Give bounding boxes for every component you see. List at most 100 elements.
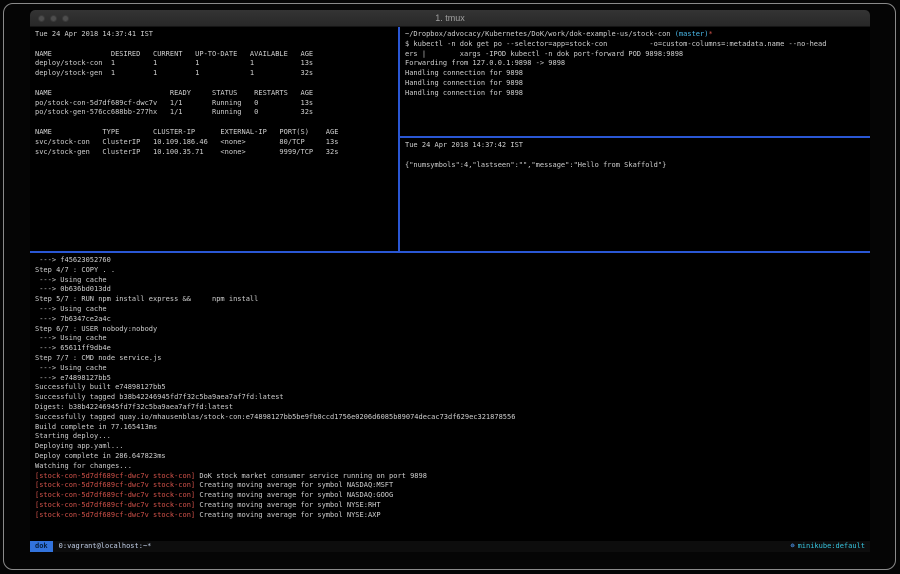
terminal-line: $ kubectl -n dok get po --selector=app=s… (405, 40, 870, 50)
prompt-path-line: ~/Dropbox/advocacy/Kubernetes/DoK/work/d… (405, 30, 870, 40)
log-text: Step 7/7 : CMD node service.js (35, 354, 161, 362)
pod-name-prefix: [stock-con-5d7df689cf-dwc7v stock-con] (35, 501, 195, 509)
log-line: Starting deploy... (35, 432, 870, 442)
log-line: Successfully built e74898127bb5 (35, 383, 870, 393)
tmux-status-right: ☸ minikube:default (790, 541, 865, 552)
log-text: Deploy complete in 286.647823ms (35, 452, 166, 460)
terminal-line: po/stock-con-5d7df689cf-dwc7v 1/1 Runnin… (35, 99, 398, 109)
log-line: ---> Using cache (35, 334, 870, 344)
pod-name-prefix: [stock-con-5d7df689cf-dwc7v stock-con] (35, 511, 195, 519)
log-line: [stock-con-5d7df689cf-dwc7v stock-con] C… (35, 511, 870, 521)
log-text: Build complete in 77.165413ms (35, 423, 157, 431)
log-line: Successfully tagged b38b42246945fd7f32c5… (35, 393, 870, 403)
log-text: Step 6/7 : USER nobody:nobody (35, 325, 157, 333)
terminal-line (35, 40, 398, 50)
pane-port-forward[interactable]: ~/Dropbox/advocacy/Kubernetes/DoK/work/d… (400, 27, 870, 136)
log-line: Step 7/7 : CMD node service.js (35, 354, 870, 364)
log-line: [stock-con-5d7df689cf-dwc7v stock-con] D… (35, 472, 870, 482)
log-text: ---> e74898127bb5 (35, 374, 111, 382)
log-line: Digest: b38b42246945fd7f32c5ba9aea7af7fd… (35, 403, 870, 413)
log-line: ---> 65611ff9db4e (35, 344, 870, 354)
log-text: Step 5/7 : RUN npm install express && np… (35, 295, 258, 303)
terminal-line (405, 151, 870, 161)
git-dirty-marker: * (708, 30, 712, 38)
tmux-window-item[interactable]: 0:vagrant@localhost:~* (59, 541, 152, 552)
log-line: [stock-con-5d7df689cf-dwc7v stock-con] C… (35, 481, 870, 491)
log-text: Successfully tagged quay.io/mhausenblas/… (35, 413, 515, 421)
cwd-path: ~/Dropbox/advocacy/Kubernetes/DoK/work/d… (405, 30, 675, 38)
log-line: Deploy complete in 286.647823ms (35, 452, 870, 462)
log-text: Creating moving average for symbol NASDA… (195, 481, 393, 489)
pane-kubectl-watch[interactable]: Tue 24 Apr 2018 14:37:41 IST NAME DESIRE… (30, 27, 398, 251)
log-text: ---> Using cache (35, 305, 107, 313)
log-text: ---> Using cache (35, 334, 107, 342)
pod-name-prefix: [stock-con-5d7df689cf-dwc7v stock-con] (35, 491, 195, 499)
log-text: Successfully built e74898127bb5 (35, 383, 166, 391)
screen: 1. tmux Tue 24 Apr 2018 14:37:41 IST NAM… (0, 0, 900, 574)
terminal-line: po/stock-gen-576cc688bb-277hx 1/1 Runnin… (35, 108, 398, 118)
pane-curl-output[interactable]: Tue 24 Apr 2018 14:37:42 IST {"numsymbol… (400, 138, 870, 251)
terminal-line: NAME READY STATUS RESTARTS AGE (35, 89, 398, 99)
kubernetes-helm-icon: ☸ (790, 542, 794, 550)
log-line: Build complete in 77.165413ms (35, 423, 870, 433)
log-text: ---> Using cache (35, 276, 107, 284)
terminal-window: 1. tmux Tue 24 Apr 2018 14:37:41 IST NAM… (30, 10, 870, 552)
terminal-line (35, 79, 398, 89)
terminal-line: deploy/stock-con 1 1 1 1 13s (35, 59, 398, 69)
log-text: Step 4/7 : COPY . . (35, 266, 115, 274)
log-line: Successfully tagged quay.io/mhausenblas/… (35, 413, 870, 423)
log-line: ---> e74898127bb5 (35, 374, 870, 384)
terminal-line: Handling connection for 9898 (405, 89, 870, 99)
log-text: Creating moving average for symbol NYSE:… (195, 511, 380, 519)
log-text: ---> 0b636bd013dd (35, 285, 111, 293)
log-line: ---> f45623052760 (35, 256, 870, 266)
terminal-line: Tue 24 Apr 2018 14:37:41 IST (35, 30, 398, 40)
log-line: [stock-con-5d7df689cf-dwc7v stock-con] C… (35, 501, 870, 511)
log-line: ---> Using cache (35, 364, 870, 374)
terminal-line: Tue 24 Apr 2018 14:37:42 IST (405, 141, 870, 151)
log-text: Creating moving average for symbol NASDA… (195, 491, 393, 499)
log-line: ---> 0b636bd013dd (35, 285, 870, 295)
terminal-line: svc/stock-gen ClusterIP 10.100.35.71 <no… (35, 148, 398, 158)
terminal-line: {"numsymbols":4,"lastseen":"","message":… (405, 161, 870, 171)
pod-name-prefix: [stock-con-5d7df689cf-dwc7v stock-con] (35, 472, 195, 480)
window-titlebar[interactable]: 1. tmux (30, 10, 870, 27)
log-text: Successfully tagged b38b42246945fd7f32c5… (35, 393, 284, 401)
terminal-line: Handling connection for 9898 (405, 79, 870, 89)
log-text: Digest: b38b42246945fd7f32c5ba9aea7af7fd… (35, 403, 233, 411)
terminal-line: deploy/stock-gen 1 1 1 1 32s (35, 69, 398, 79)
terminal-line (35, 118, 398, 128)
log-text: ---> 7b6347ce2a4c (35, 315, 111, 323)
log-text: Creating moving average for symbol NYSE:… (195, 501, 380, 509)
log-line: Watching for changes... (35, 462, 870, 472)
log-line: Step 4/7 : COPY . . (35, 266, 870, 276)
log-line: [stock-con-5d7df689cf-dwc7v stock-con] C… (35, 491, 870, 501)
git-branch-label: (master) (675, 30, 709, 38)
port-forward-output: $ kubectl -n dok get po --selector=app=s… (405, 40, 870, 99)
terminal: Tue 24 Apr 2018 14:37:41 IST NAME DESIRE… (30, 27, 870, 552)
terminal-line: Forwarding from 127.0.0.1:9898 -> 9898 (405, 59, 870, 69)
tmux-session-name[interactable]: dok (30, 541, 53, 552)
log-text: Starting deploy... (35, 432, 111, 440)
terminal-line: ers | xargs -IPOD kubectl -n dok port-fo… (405, 50, 870, 60)
log-line: Step 6/7 : USER nobody:nobody (35, 325, 870, 335)
log-line: ---> 7b6347ce2a4c (35, 315, 870, 325)
log-line: Step 5/7 : RUN npm install express && np… (35, 295, 870, 305)
pane-skaffold-log[interactable]: ---> f45623052760 Step 4/7 : COPY . . --… (30, 253, 870, 541)
log-text: ---> Using cache (35, 364, 107, 372)
kube-context-label: minikube:default (798, 542, 865, 550)
log-line: ---> Using cache (35, 276, 870, 286)
window-title: 1. tmux (30, 13, 870, 23)
pod-name-prefix: [stock-con-5d7df689cf-dwc7v stock-con] (35, 481, 195, 489)
tmux-status-bar: dok 0:vagrant@localhost:~* ☸ minikube:def… (30, 541, 870, 552)
terminal-line: Handling connection for 9898 (405, 69, 870, 79)
log-line: Deploying app.yaml... (35, 442, 870, 452)
terminal-line: NAME TYPE CLUSTER-IP EXTERNAL-IP PORT(S)… (35, 128, 398, 138)
log-line: ---> Using cache (35, 305, 870, 315)
log-text: ---> f45623052760 (35, 256, 111, 264)
terminal-line: svc/stock-con ClusterIP 10.109.186.46 <n… (35, 138, 398, 148)
log-text: DoK stock market consumer service runnin… (195, 472, 427, 480)
log-text: Watching for changes... (35, 462, 132, 470)
terminal-line: NAME DESIRED CURRENT UP-TO-DATE AVAILABL… (35, 50, 398, 60)
log-text: Deploying app.yaml... (35, 442, 124, 450)
